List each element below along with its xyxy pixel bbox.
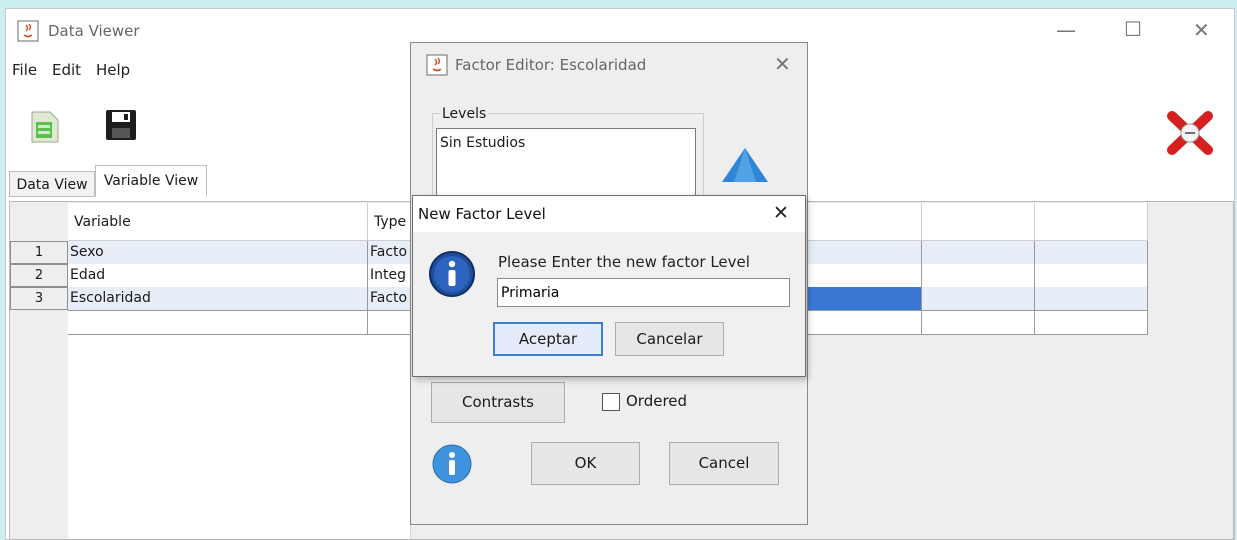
table-cell[interactable] — [1035, 311, 1148, 335]
cancel-button[interactable]: Cancelar — [615, 322, 724, 356]
cell-variable[interactable]: Escolaridad — [68, 287, 368, 311]
table-cell[interactable] — [922, 311, 1035, 335]
list-item[interactable]: Sin Estudios — [437, 129, 695, 157]
minimize-button[interactable]: — — [1056, 18, 1076, 42]
tab-data-view[interactable]: Data View — [9, 171, 95, 197]
java-app-icon — [17, 20, 39, 42]
table-cell[interactable] — [1035, 287, 1148, 311]
cell-type[interactable]: Integ — [368, 264, 412, 288]
prompt-message: Please Enter the new factor Level — [498, 253, 750, 271]
table-cell[interactable] — [922, 287, 1035, 311]
cell-type[interactable]: Facto — [368, 241, 412, 265]
table-cell[interactable] — [1035, 241, 1148, 265]
table-cell[interactable] — [922, 264, 1035, 288]
table-cell[interactable] — [922, 241, 1035, 265]
column-header-type[interactable]: Type — [368, 203, 412, 241]
factor-editor-title: Factor Editor: Escolaridad — [455, 56, 647, 74]
column-header[interactable] — [1035, 203, 1148, 241]
column-header-variable[interactable]: Variable — [68, 203, 368, 241]
menu-file[interactable]: File — [12, 61, 37, 79]
contrasts-button[interactable]: Contrasts — [431, 382, 565, 423]
selected-cell[interactable] — [804, 287, 922, 311]
column-header[interactable] — [804, 203, 922, 241]
close-window-button[interactable]: ✕ — [1193, 18, 1210, 42]
ordered-label: Ordered — [626, 392, 688, 410]
table-cell[interactable] — [804, 241, 922, 265]
row-header[interactable]: 1 — [10, 241, 68, 264]
maximize-button[interactable]: ☐ — [1124, 17, 1142, 41]
table-cell[interactable] — [804, 311, 922, 335]
window-title: Data Viewer — [48, 22, 140, 40]
column-header[interactable] — [922, 203, 1035, 241]
table-cell[interactable] — [804, 264, 922, 288]
cell-variable[interactable]: Sexo — [68, 241, 368, 265]
table-cell[interactable] — [368, 311, 412, 335]
cell-variable[interactable]: Edad — [68, 264, 368, 288]
info-icon — [428, 250, 476, 298]
ordered-checkbox[interactable] — [602, 393, 620, 411]
ok-button[interactable]: OK — [531, 442, 640, 485]
accept-button[interactable]: Aceptar — [493, 322, 603, 356]
close-dataset-icon[interactable] — [1164, 106, 1216, 158]
save-icon[interactable] — [104, 108, 138, 142]
info-icon[interactable] — [431, 443, 473, 485]
close-icon[interactable]: ✕ — [773, 202, 789, 224]
row-header[interactable]: 2 — [10, 264, 68, 287]
table-cell[interactable] — [68, 311, 368, 335]
tab-variable-view[interactable]: Variable View — [95, 165, 207, 197]
new-level-title: New Factor Level — [418, 205, 546, 223]
levels-label: Levels — [440, 106, 489, 122]
row-header[interactable]: 3 — [10, 287, 68, 310]
menu-edit[interactable]: Edit — [52, 61, 81, 79]
table-body-empty — [68, 335, 411, 539]
java-app-icon — [426, 54, 448, 76]
close-icon[interactable]: ✕ — [774, 52, 791, 76]
factor-level-input[interactable] — [497, 278, 790, 307]
menu-help[interactable]: Help — [96, 61, 130, 79]
move-up-icon[interactable] — [720, 146, 770, 184]
levels-list[interactable]: Sin Estudios — [436, 128, 696, 198]
open-data-icon[interactable] — [28, 108, 62, 146]
cancel-button[interactable]: Cancel — [669, 442, 779, 485]
table-cell[interactable] — [1035, 264, 1148, 288]
cell-type[interactable]: Facto — [368, 287, 412, 311]
